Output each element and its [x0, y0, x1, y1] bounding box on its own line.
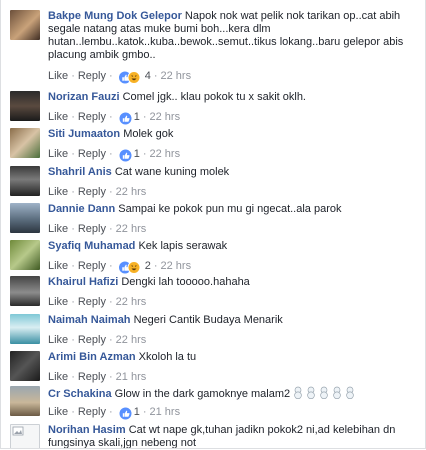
comment-actions: Like · Reply · 1 · 22 hrs — [48, 148, 181, 162]
timestamp[interactable]: 22 hrs — [161, 260, 192, 272]
reactions-summary[interactable] — [119, 407, 132, 420]
avatar[interactable] — [10, 276, 40, 306]
reaction-count: 2 — [144, 260, 151, 272]
timestamp[interactable]: 22 hrs — [116, 223, 147, 235]
commenter-name[interactable]: Siti Jumaaton — [48, 128, 120, 140]
avatar[interactable] — [10, 424, 40, 448]
avatar[interactable] — [10, 386, 40, 416]
commenter-name[interactable]: Naimah Naimah — [48, 314, 131, 326]
comment-text: Comel jgk.. klau pokok tu x sakit oklh. — [122, 91, 306, 103]
comment-text: Kek lapis serawak — [138, 240, 228, 252]
broken-image-icon — [12, 426, 24, 436]
reaction-count: 1 — [133, 111, 140, 123]
reply-link[interactable]: Reply — [78, 334, 106, 346]
haha-reaction-icon — [127, 261, 141, 274]
reaction-count: 1 — [133, 406, 140, 418]
reply-link[interactable]: Reply — [78, 70, 106, 82]
commenter-name[interactable]: Cr Schakina — [48, 388, 112, 400]
comment-text: Negeri Cantik Budaya Menarik — [133, 314, 283, 326]
comment-actions: Like · Reply · 22 hrs — [48, 186, 147, 198]
timestamp[interactable]: 22 hrs — [150, 148, 181, 160]
comment-actions: Like · Reply · 1 · 21 hrs — [48, 406, 181, 420]
timestamp[interactable]: 21 hrs — [150, 406, 181, 418]
snowman-icon — [333, 386, 341, 400]
haha-reaction-icon — [127, 71, 141, 84]
like-link[interactable]: Like — [48, 334, 68, 346]
reply-link[interactable]: Reply — [78, 148, 106, 160]
commenter-name[interactable]: Khairul Hafizi — [48, 276, 118, 288]
avatar[interactable] — [10, 166, 40, 196]
commenter-name[interactable]: Norizan Fauzi — [48, 91, 120, 103]
comments-panel: Bakpe Mung Dok Gelepor Napok nok wat pel… — [0, 0, 426, 449]
reaction-count: 1 — [133, 148, 140, 160]
avatar[interactable] — [10, 203, 40, 233]
snowman-icon — [320, 386, 328, 400]
comment-text: Glow in the dark gamoknye malam2 — [114, 388, 291, 400]
commenter-name[interactable]: Bakpe Mung Dok Gelepor — [48, 10, 182, 22]
avatar[interactable] — [10, 314, 40, 344]
reactions-summary[interactable] — [118, 261, 143, 274]
snowman-icon — [346, 386, 354, 400]
avatar[interactable] — [10, 240, 40, 270]
timestamp[interactable]: 22 hrs — [116, 334, 147, 346]
like-link[interactable]: Like — [48, 148, 68, 160]
avatar[interactable] — [10, 91, 40, 121]
avatar[interactable] — [10, 128, 40, 158]
comment-text: Molek gok — [123, 128, 174, 140]
like-link[interactable]: Like — [48, 70, 68, 82]
snowman-icon — [307, 386, 315, 400]
like-link[interactable]: Like — [48, 260, 68, 272]
timestamp[interactable]: 22 hrs — [116, 186, 147, 198]
comment-actions: Like · Reply · 4 · 22 hrs — [48, 70, 192, 84]
commenter-name[interactable]: Shahril Anis — [48, 166, 112, 178]
commenter-name[interactable]: Norihan Hasim — [48, 424, 126, 436]
reply-link[interactable]: Reply — [78, 186, 106, 198]
comment-actions: Like · Reply · 2 · 22 hrs — [48, 260, 192, 274]
avatar[interactable] — [10, 351, 40, 381]
reply-link[interactable]: Reply — [78, 223, 106, 235]
snowman-emoji-row — [293, 386, 355, 403]
like-link[interactable]: Like — [48, 111, 68, 123]
like-link[interactable]: Like — [48, 223, 68, 235]
reactions-summary[interactable] — [119, 149, 132, 162]
reply-link[interactable]: Reply — [78, 371, 106, 383]
comment-actions: Like · Reply · 21 hrs — [48, 371, 147, 383]
timestamp[interactable]: 22 hrs — [150, 111, 181, 123]
timestamp[interactable]: 22 hrs — [116, 296, 147, 308]
timestamp[interactable]: 21 hrs — [116, 371, 147, 383]
like-link[interactable]: Like — [48, 406, 68, 418]
reply-link[interactable]: Reply — [78, 260, 106, 272]
commenter-name[interactable]: Dannie Dann — [48, 203, 115, 215]
reply-link[interactable]: Reply — [78, 406, 106, 418]
comment-text: Dengki lah tooooo.hahaha — [121, 276, 250, 288]
comment-actions: Like · Reply · 22 hrs — [48, 223, 147, 235]
comment-text: Cat wane kuning molek — [114, 166, 230, 178]
snowman-icon — [294, 386, 302, 400]
comment-text: Xkoloh la tu — [138, 351, 197, 363]
comment-text: Sampai ke pokok pun mu gi ngecat..ala pa… — [118, 203, 342, 215]
comment-actions: Like · Reply · 22 hrs — [48, 296, 147, 308]
commenter-name[interactable]: Syafiq Muhamad — [48, 240, 135, 252]
reaction-count: 4 — [144, 70, 151, 82]
comment-actions: Like · Reply · 22 hrs — [48, 334, 147, 346]
reactions-summary[interactable] — [119, 112, 132, 125]
reply-link[interactable]: Reply — [78, 111, 106, 123]
like-link[interactable]: Like — [48, 371, 68, 383]
comment-actions: Like · Reply · 1 · 22 hrs — [48, 111, 181, 125]
avatar[interactable] — [10, 10, 40, 40]
commenter-name[interactable]: Arimi Bin Azman — [48, 351, 136, 363]
like-link[interactable]: Like — [48, 296, 68, 308]
reply-link[interactable]: Reply — [78, 296, 106, 308]
like-link[interactable]: Like — [48, 186, 68, 198]
timestamp[interactable]: 22 hrs — [161, 70, 192, 82]
reactions-summary[interactable] — [118, 71, 143, 84]
